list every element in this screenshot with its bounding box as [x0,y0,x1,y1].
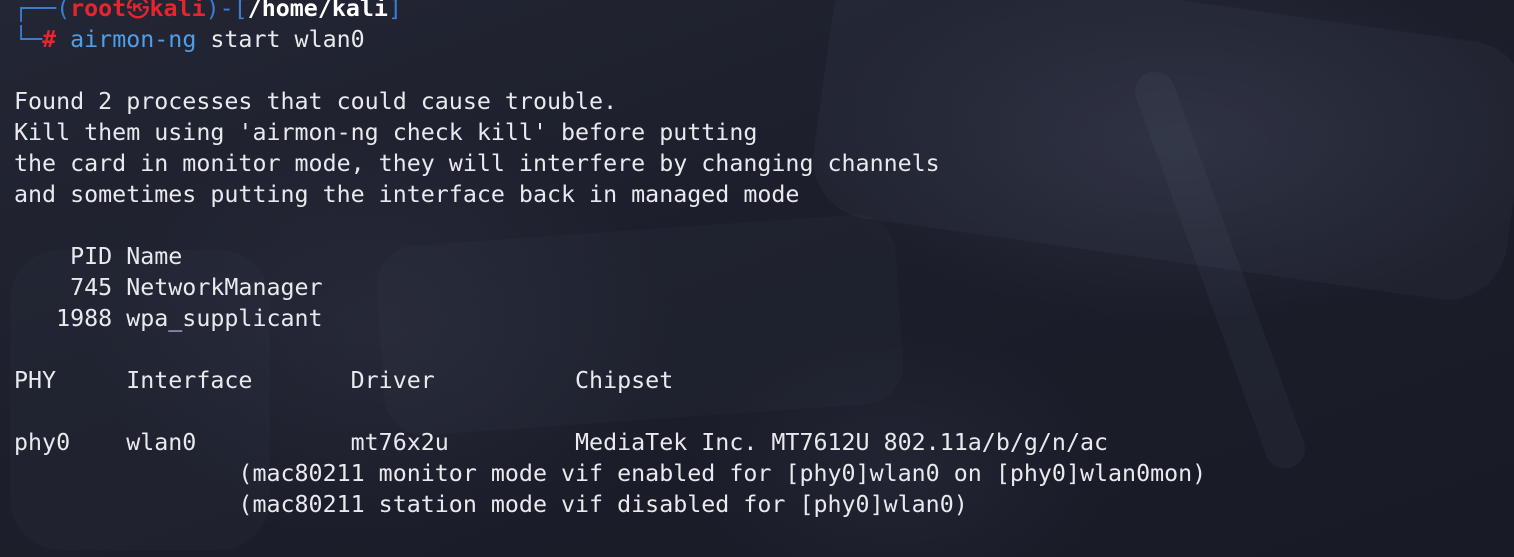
terminal-output[interactable]: ┌──(root㉿kali)-[/home/kali] └─# airmon-n… [14,0,1206,520]
command-name: airmon-ng [70,26,197,53]
warning-line: Found 2 processes that could cause troub… [14,88,618,115]
prompt-host: kali [149,0,206,22]
warning-line: the card in monitor mode, they will inte… [14,150,940,177]
prompt-frame: ┌──( [14,0,71,22]
prompt-user: root [70,0,127,22]
warning-line: Kill them using 'airmon-ng check kill' b… [14,119,758,146]
process-row: 745 NetworkManager [14,274,323,301]
terminal-window[interactable]: ┌──(root㉿kali)-[/home/kali] └─# airmon-n… [0,0,1514,557]
interface-row: phy0 wlan0 mt76x2u MediaTek Inc. MT7612U… [14,429,1109,456]
prompt-separator-icon: ㉿ [126,0,150,22]
warning-line: and sometimes putting the interface back… [14,181,800,208]
prompt-line-command: └─# airmon-ng start wlan0 [14,24,1206,55]
prompt-line-top: ┌──(root㉿kali)-[/home/kali] [14,0,1206,24]
prompt-hash: # [42,26,57,53]
command-args: start wlan0 [196,26,365,53]
status-line: (mac80211 monitor mode vif enabled for [… [14,460,1207,487]
interface-table-header: PHY Interface Driver Chipset [14,367,674,394]
prompt-cwd: /home/kali [247,0,388,22]
status-line: (mac80211 station mode vif disabled for … [14,491,968,518]
process-table-header: PID Name [14,243,183,270]
prompt-frame: )-[ [205,0,248,22]
prompt-frame: └─ [14,26,43,53]
prompt-frame: ] [387,0,402,22]
process-row: 1988 wpa_supplicant [14,305,323,332]
